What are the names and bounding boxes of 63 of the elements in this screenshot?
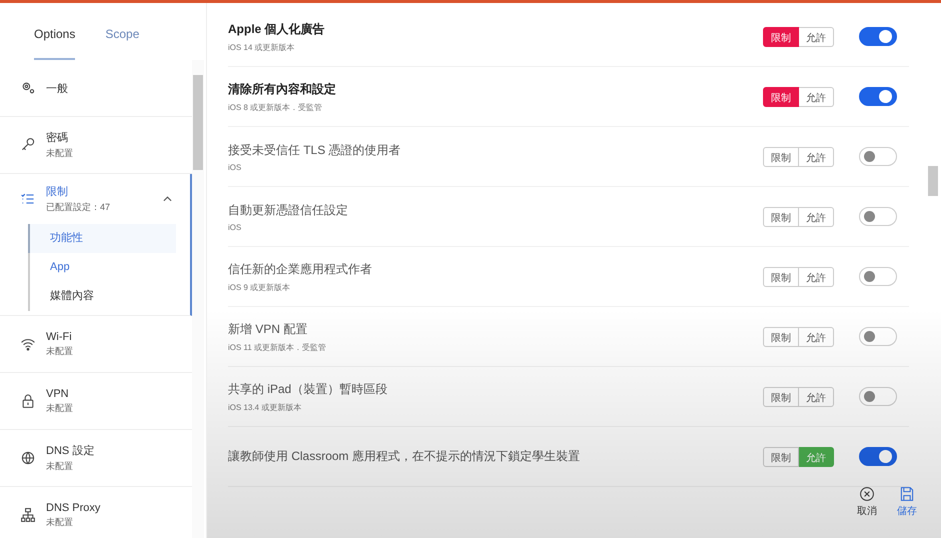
setting-note: iOS 9 或更新版本 xyxy=(228,282,292,292)
segment-option[interactable]: 允許 xyxy=(799,86,834,106)
item-label: Wi-Fi xyxy=(46,330,73,342)
tab[interactable]: Scope xyxy=(105,27,140,60)
segment-option[interactable]: 限制 xyxy=(763,206,799,226)
item-status: 未配置 xyxy=(46,460,74,473)
segment-option[interactable]: 限制 xyxy=(763,386,799,406)
item-status: 未配置 xyxy=(46,516,74,528)
wifi-icon xyxy=(20,336,36,352)
segment-option[interactable]: 限制 xyxy=(763,146,799,166)
toggle-switch[interactable] xyxy=(859,447,897,466)
setting-note: iOS 8 或更新版本．受監管 xyxy=(228,102,324,112)
segment-option[interactable]: 允許 xyxy=(799,326,834,346)
item-status: 未配置 xyxy=(46,344,74,358)
setting-note: iOS 14 或更新版本 xyxy=(228,42,296,52)
scrollbar[interactable] xyxy=(192,60,204,538)
item-label: VPN xyxy=(46,388,70,400)
segment-option[interactable]: 限制 xyxy=(763,86,799,106)
gear-icon xyxy=(20,80,36,96)
setting-title: 信任新的企業應用程式作者 xyxy=(228,260,373,278)
lock-icon xyxy=(20,393,36,409)
save-button[interactable]: 儲存 xyxy=(897,486,917,518)
network-icon xyxy=(20,507,36,523)
segment-option[interactable]: 限制 xyxy=(763,26,799,46)
setting-note: iOS xyxy=(228,162,242,172)
item-label: 限制 xyxy=(46,185,69,199)
toggle-switch[interactable] xyxy=(859,27,897,46)
setting-title: 新增 VPN 配置 xyxy=(228,320,308,338)
setting-note: iOS xyxy=(228,222,242,232)
item-label: 密碼 xyxy=(46,130,69,145)
segment-option[interactable]: 允許 xyxy=(799,206,834,226)
segment-option[interactable]: 限制 xyxy=(763,326,799,346)
setting-note: iOS 13.4 或更新版本 xyxy=(228,402,302,412)
segment-option[interactable]: 允許 xyxy=(799,26,834,46)
item-status: 未配置 xyxy=(46,147,74,160)
sidebar-subitem[interactable]: App xyxy=(28,253,176,282)
segment-option[interactable]: 允許 xyxy=(799,386,834,406)
segment-option[interactable]: 允許 xyxy=(799,266,834,286)
chevron-icon[interactable] xyxy=(163,196,172,202)
save-icon xyxy=(899,486,915,502)
segment-option[interactable]: 限制 xyxy=(763,446,799,466)
close-icon xyxy=(859,486,875,502)
cancel-button[interactable]: 取消 xyxy=(857,486,877,518)
tab[interactable]: Options xyxy=(34,27,76,60)
item-status: 已配置設定：47 xyxy=(46,201,112,214)
segment-option[interactable]: 允許 xyxy=(799,146,834,166)
setting-title: 自動更新憑證信任設定 xyxy=(228,202,349,218)
setting-title: 接受未受信任 TLS 憑證的使用者 xyxy=(228,142,402,158)
segment-option[interactable]: 限制 xyxy=(763,266,799,286)
item-label: 一般 xyxy=(46,82,69,96)
setting-note: iOS 11 或更新版本．受監管 xyxy=(228,342,328,352)
item-status: 未配置 xyxy=(46,402,74,414)
key-icon xyxy=(20,137,36,153)
item-label: DNS Proxy xyxy=(46,502,102,514)
setting-title: Apple 個人化廣告 xyxy=(228,20,326,38)
sidebar-subitem[interactable]: 功能性 xyxy=(28,224,176,253)
toggle-switch[interactable] xyxy=(859,87,897,106)
setting-title: 讓教師使用 Classroom 應用程式，在不提示的情況下鎖定學生裝置 xyxy=(228,448,582,465)
setting-title: 清除所有內容和設定 xyxy=(228,80,337,98)
item-label: DNS 設定 xyxy=(46,444,96,458)
setting-title: 共享的 iPad（裝置）暫時區段 xyxy=(228,380,388,398)
globe-icon xyxy=(20,450,36,466)
sidebar-subitem[interactable]: 媒體內容 xyxy=(28,282,176,311)
